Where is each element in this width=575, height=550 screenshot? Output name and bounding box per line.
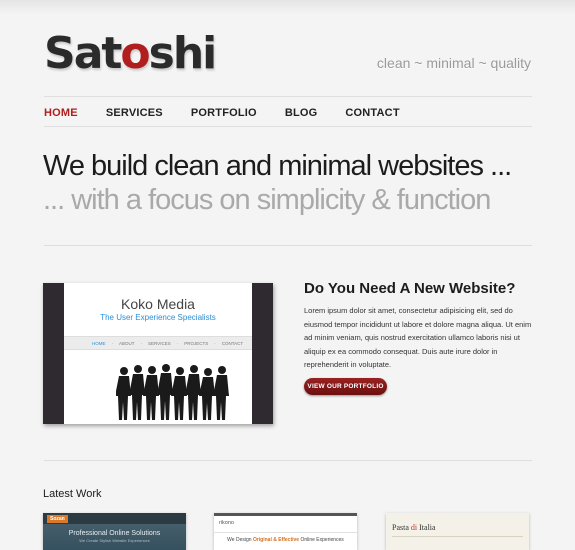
featured-title: Do You Need A New Website? (304, 280, 516, 297)
featured-screenshot[interactable]: Koko Media The User Experience Specialis… (43, 283, 273, 424)
divider-hero (44, 245, 532, 246)
thumb-logo: Sozan (47, 514, 68, 523)
work-thumb-rikono[interactable]: rikono We Design Original & Effective On… (214, 513, 357, 550)
divider-top (44, 96, 532, 97)
thumb-divider (392, 536, 523, 537)
thumb-logo: Pasta di Italia (392, 523, 436, 532)
top-shade (0, 0, 575, 14)
nav-services[interactable]: SERVICES (106, 107, 163, 119)
thumb-header: Pasta di Italia (386, 513, 529, 532)
screenshot-brand: Koko Media (121, 296, 195, 312)
logo-text-end: shi (148, 28, 218, 79)
work-thumb-pasta-di-italia[interactable]: Pasta di Italia (386, 513, 529, 550)
thumb-subheading: We Create Stylish Website Experiences (79, 538, 150, 543)
nav-blog[interactable]: BLOG (285, 107, 318, 119)
view-portfolio-button[interactable]: VIEW OUR PORTFOLIO (304, 378, 387, 395)
featured-body: Lorem ipsum dolor sit amet, consectetur … (304, 306, 532, 369)
thumb-header: rikono (214, 516, 357, 526)
screenshot-menu-item: HOME (92, 340, 106, 346)
work-thumb-sozan[interactable]: Sozan Professional Online Solutions We C… (43, 513, 186, 550)
hero-subheadline: ... with a focus on simplicity & functio… (43, 184, 491, 216)
thumb-heading: Professional Online Solutions (68, 530, 161, 537)
logo-text-start: Sat (44, 28, 122, 79)
screenshot-menu: HOME · ABOUT · SERVICES · PROJECTS · CONTACT (64, 336, 252, 350)
people-silhouette-image (116, 364, 229, 420)
latest-work-heading: Latest Work (43, 488, 102, 500)
thumb-heading: We Design Original & Effective Online Ex… (227, 537, 344, 543)
screenshot-menu-item: CONTACT (221, 340, 244, 346)
logo-text-accent: o (120, 28, 150, 79)
screenshot-page: Koko Media The User Experience Specialis… (64, 283, 252, 424)
thumb-divider (214, 532, 357, 533)
nav-contact[interactable]: CONTACT (345, 107, 399, 119)
main-nav: HOME SERVICES PORTFOLIO BLOG CONTACT (44, 107, 428, 119)
thumb-header: Sozan (43, 513, 186, 524)
screenshot-menu-item: ABOUT (119, 340, 135, 346)
thumb-logo: rikono (219, 520, 234, 526)
site-tagline: clean ~ minimal ~ quality (376, 55, 531, 71)
screenshot-menu-item: SERVICES (148, 340, 171, 346)
divider-nav (44, 126, 532, 127)
hero-headline: We build clean and minimal websites ... (43, 150, 512, 182)
divider-latest (44, 460, 532, 461)
nav-portfolio[interactable]: PORTFOLIO (191, 107, 257, 119)
nav-home[interactable]: HOME (44, 107, 78, 119)
site-logo[interactable]: Satoshi (44, 28, 218, 79)
screenshot-subtitle: The User Experience Specialists (100, 313, 216, 322)
screenshot-menu-item: PROJECTS (184, 340, 209, 346)
